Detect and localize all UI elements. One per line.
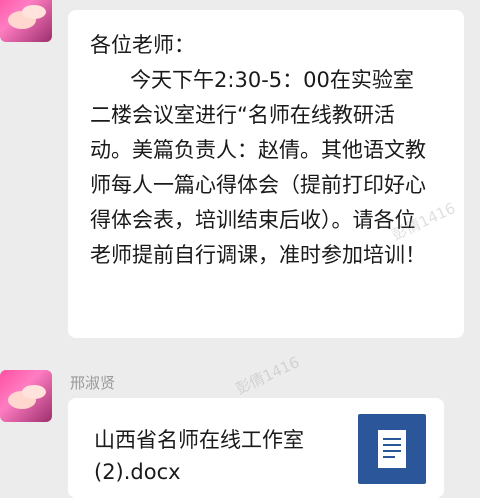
word-doc-icon[interactable]: [358, 414, 426, 484]
message-bubble[interactable]: 各位老师： 今天下午2:30-5：00在实验室二楼会议室进行“名师在线教研活动。…: [68, 10, 464, 338]
watermark-text-2: 彭倩1416: [232, 352, 303, 399]
sender-name-2: 邢淑贤: [70, 374, 116, 392]
document-lines-icon: [378, 430, 406, 468]
file-name: 山西省名师在线工作室(2).docx: [94, 428, 304, 484]
file-message-bubble[interactable]: 山西省名师在线工作室(2).docx: [68, 398, 444, 498]
sender-avatar-2[interactable]: [0, 370, 52, 422]
message-text: 各位老师： 今天下午2:30-5：00在实验室二楼会议室进行“名师在线教研活动。…: [90, 33, 426, 267]
sender-avatar[interactable]: [0, 0, 52, 42]
avatar-hands-image: [8, 385, 46, 409]
avatar-hands-image: [8, 5, 46, 29]
